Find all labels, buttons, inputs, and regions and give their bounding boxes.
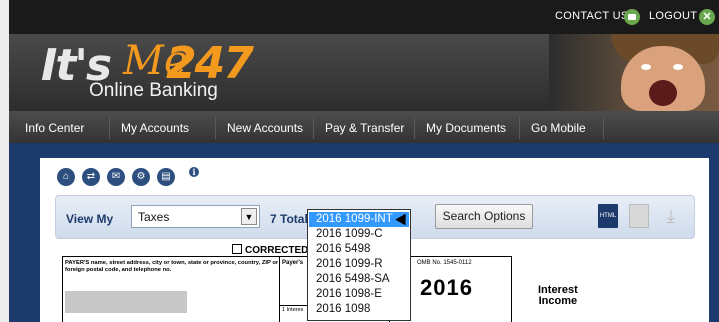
nav-divider [215, 117, 216, 139]
dropdown-item[interactable]: 2016 5498 [309, 242, 409, 257]
info-icon[interactable]: i [189, 167, 199, 177]
chevron-down-icon[interactable]: ▼ [241, 208, 257, 225]
tax-form-preview: PAYER'S name, street address, city or to… [62, 256, 512, 322]
logout-link[interactable]: LOGOUT [649, 10, 697, 22]
payer-label: PAYER'S name, street address, city or to… [65, 260, 279, 273]
nav-my-accounts[interactable]: My Accounts [121, 121, 189, 135]
search-options-button[interactable]: Search Options [435, 204, 533, 229]
contact-us-link[interactable]: CONTACT US [555, 10, 629, 22]
nav-go-mobile[interactable]: Go Mobile [531, 121, 586, 135]
nav-pay-transfer[interactable]: Pay & Transfer [325, 121, 404, 135]
document-dropdown[interactable]: 2016 1099-INT 2016 1099-C 2016 5498 2016… [307, 209, 411, 321]
corrected-text: CORRECTED [245, 245, 309, 256]
print-icon[interactable]: ▤ [157, 168, 175, 186]
logout-icon[interactable]: ✕ [699, 9, 715, 25]
form-year: 2016 [420, 275, 473, 300]
dropdown-item[interactable]: 2016 5498-SA [309, 272, 409, 287]
photo-eye [673, 64, 683, 70]
nav-info-center[interactable]: Info Center [25, 121, 84, 135]
transfer-icon[interactable]: ⇄ [82, 168, 100, 186]
gear-icon[interactable]: ⚙ [132, 168, 150, 186]
document-type-value: Taxes [138, 210, 170, 224]
nav-divider [313, 117, 314, 139]
nav-divider [603, 117, 604, 139]
omb-number: OMB No. 1545-0112 [417, 260, 472, 266]
mail-icon[interactable]: ✉ [107, 168, 125, 186]
nav-divider [519, 117, 520, 139]
nav-my-documents[interactable]: My Documents [426, 121, 506, 135]
dropdown-item[interactable]: 2016 1099-INT [309, 212, 409, 227]
mail-icon[interactable] [624, 9, 640, 25]
corrected-checkbox-label: CORRECTED [232, 244, 308, 256]
document-icon[interactable] [629, 204, 649, 228]
site-header: It's Me 247 Online Banking [9, 34, 719, 111]
dropdown-item[interactable]: 2016 1099-R [309, 257, 409, 272]
box1-label: 1 Interes [282, 307, 304, 313]
nav-divider [109, 117, 110, 139]
html-icon[interactable]: HTML [598, 204, 618, 228]
top-bar: CONTACT US LOGOUT ✕ [9, 0, 719, 34]
nav-new-accounts[interactable]: New Accounts [227, 121, 303, 135]
photo-eye [641, 64, 651, 70]
logo-subtitle: Online Banking [89, 80, 218, 101]
view-my-label: View My [66, 212, 114, 226]
nav-divider [414, 117, 415, 139]
home-icon[interactable]: ⌂ [57, 168, 75, 186]
payer-tin-label: Payer's [282, 260, 304, 266]
main-nav: Info Center My Accounts New Accounts Pay… [9, 111, 719, 145]
payer-box: PAYER'S name, street address, city or to… [62, 257, 280, 322]
documents-panel: ⌂ ⇄ ✉ ⚙ ▤ i View My Taxes ▼ 7 Total Sear… [40, 158, 709, 322]
dropdown-item[interactable]: 2016 1098 [309, 302, 409, 317]
corrected-checkbox [232, 244, 242, 254]
header-photo [549, 34, 719, 111]
download-icon[interactable]: ⤓ [661, 204, 681, 228]
app-frame: CONTACT US LOGOUT ✕ It's Me 247 Online B… [9, 0, 719, 322]
form-title-line2: Income [538, 295, 578, 307]
form-title: Interest Income [538, 285, 578, 307]
dropdown-item[interactable]: 2016 1099-C [309, 227, 409, 242]
redacted-payer-info [65, 291, 187, 313]
total-count: 7 Total [270, 212, 308, 226]
dropdown-item[interactable]: 2016 1098-E [309, 287, 409, 302]
document-type-select[interactable]: Taxes ▼ [131, 205, 260, 228]
photo-mouth [649, 80, 677, 106]
